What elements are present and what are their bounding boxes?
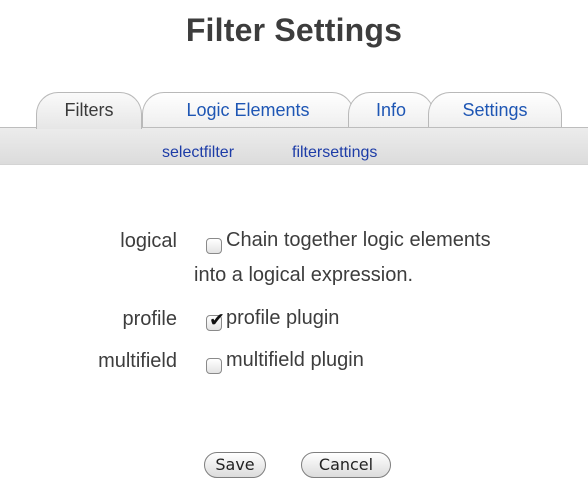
tab-strip: Filters Logic Elements Info Settings xyxy=(0,88,588,129)
subnav-link-filtersettings[interactable]: filtersettings xyxy=(292,144,377,162)
profile-option-text: profile plugin xyxy=(226,307,340,329)
cancel-button[interactable]: Cancel xyxy=(301,452,391,478)
checkmark-icon: ✔ xyxy=(209,309,225,331)
logical-label: logical xyxy=(120,230,177,252)
page-title: Filter Settings xyxy=(185,12,403,48)
page: Filter Settings Filters Logic Elements I… xyxy=(0,0,588,480)
tab-settings[interactable]: Settings xyxy=(428,92,562,128)
multifield-label: multifield xyxy=(98,350,177,372)
profile-label: profile xyxy=(122,308,177,330)
logical-option-text-line1: Chain together logic elements xyxy=(226,229,491,251)
tab-info[interactable]: Info xyxy=(348,92,434,128)
logical-option-text-line2: into a logical expression. xyxy=(194,264,414,286)
multifield-option-text: multifield plugin xyxy=(226,349,364,371)
save-button[interactable]: Save xyxy=(204,452,266,478)
profile-checkbox[interactable]: ✔ xyxy=(206,310,225,331)
tab-filters[interactable]: Filters xyxy=(36,92,142,129)
multifield-checkbox[interactable] xyxy=(206,358,222,374)
logical-checkbox[interactable] xyxy=(206,238,222,254)
tab-logic-elements[interactable]: Logic Elements xyxy=(142,92,354,128)
sub-navigation: selectfilter filtersettings xyxy=(0,128,588,165)
subnav-link-selectfilter[interactable]: selectfilter xyxy=(162,144,234,162)
